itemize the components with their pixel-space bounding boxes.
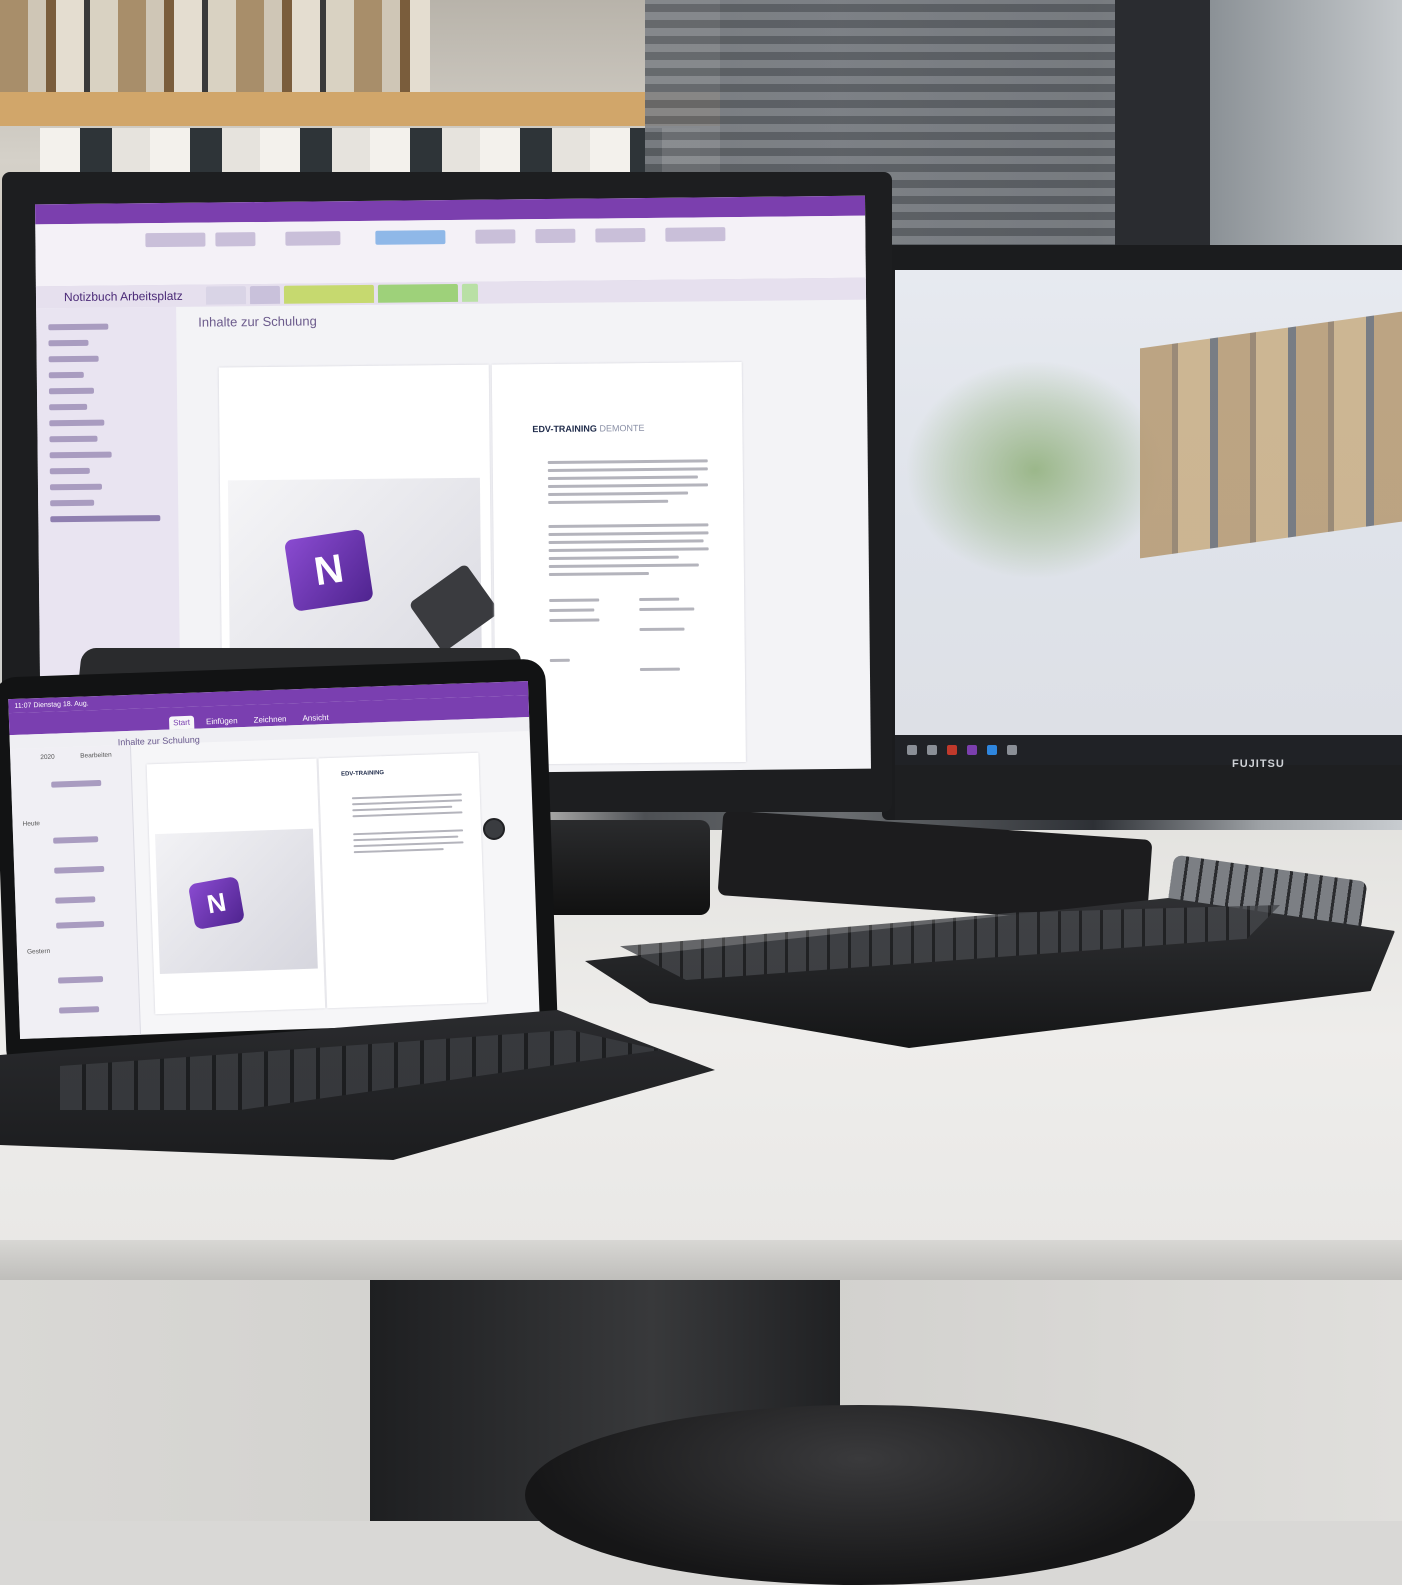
page-list-item[interactable] — [49, 403, 88, 411]
document-heading-light: DEMONTE — [599, 422, 645, 434]
tab-ansicht[interactable]: Ansicht — [298, 711, 333, 725]
ribbon-button[interactable] — [475, 229, 516, 244]
window-glass — [1210, 0, 1402, 270]
page-list-item[interactable] — [48, 339, 89, 347]
status-time: 11:07 Dienstag 18. Aug. — [14, 699, 89, 710]
shelf-binders — [0, 0, 430, 100]
text-line — [549, 598, 600, 602]
taskbar — [895, 735, 1402, 765]
ipad-page-title: Inhalte zur Schulung — [117, 734, 200, 748]
page-list-item-selected[interactable] — [50, 515, 161, 523]
page-list-item[interactable] — [49, 451, 112, 459]
onenote-logo-icon: N — [187, 876, 246, 931]
desk-edge — [0, 1240, 1402, 1280]
text-line — [639, 607, 695, 612]
ribbon-button[interactable] — [145, 232, 206, 248]
tab-start[interactable]: Start — [168, 715, 195, 730]
section-tab[interactable] — [249, 285, 281, 305]
sidebar-item[interactable]: Bearbeiten — [80, 752, 112, 760]
ribbon — [35, 215, 866, 288]
text-line — [549, 608, 595, 612]
page-list-item[interactable] — [54, 865, 105, 874]
ribbon-button[interactable] — [285, 231, 341, 246]
page-list-item[interactable] — [57, 976, 104, 984]
wallpaper-building — [1140, 311, 1402, 559]
text-line — [549, 618, 600, 622]
ipad-onenote-app: 11:07 Dienstag 18. Aug. Start Einfügen Z… — [8, 681, 540, 1039]
document-heading: EDV-TRAINING DEMONTE — [532, 423, 644, 434]
page-list-item[interactable] — [48, 371, 84, 379]
ribbon-button[interactable] — [595, 227, 646, 243]
monitor-brand-label: FUJITSU — [1232, 758, 1285, 770]
shelf-board — [0, 92, 720, 126]
stool — [525, 1405, 1195, 1585]
page-list-item[interactable] — [48, 323, 109, 331]
ribbon-button[interactable] — [535, 228, 576, 244]
ipad-case-camera — [483, 818, 505, 840]
text-line — [639, 627, 685, 632]
page-list-item[interactable] — [49, 435, 98, 443]
text-line — [639, 597, 680, 602]
ipad-page-list: 2020 Bearbeiten Heute Gestern — [9, 744, 142, 1039]
section-tab[interactable] — [461, 283, 479, 302]
wallpaper-plant — [905, 360, 1165, 580]
section-tab[interactable] — [283, 284, 375, 304]
monitor-bezel — [895, 765, 1402, 820]
ribbon-button[interactable] — [215, 232, 256, 247]
notebook-title[interactable]: Notizbuch Arbeitsplatz — [64, 289, 183, 304]
ribbon-button[interactable] — [375, 230, 446, 245]
page-list-item[interactable] — [53, 836, 99, 844]
app-icon[interactable] — [987, 745, 997, 755]
page-list-item[interactable] — [59, 1006, 100, 1014]
search-icon[interactable] — [927, 745, 937, 755]
text-line — [639, 667, 680, 672]
page-title: Inhalte zur Schulung — [198, 313, 317, 330]
page-list-item[interactable] — [49, 419, 105, 427]
ipad-document-right — [318, 752, 488, 1009]
app-icon[interactable] — [967, 745, 977, 755]
onenote-logo-icon: N — [283, 528, 374, 612]
window-frame — [1115, 0, 1210, 270]
sidebar-item[interactable]: Gestern — [27, 948, 50, 956]
start-icon[interactable] — [907, 745, 917, 755]
page-list-item[interactable] — [56, 920, 105, 929]
page-list-item[interactable] — [50, 499, 95, 507]
ribbon-button[interactable] — [665, 227, 726, 242]
app-icon[interactable] — [947, 745, 957, 755]
document-photo: N — [227, 477, 501, 653]
sidebar-item[interactable]: Heute — [22, 820, 40, 828]
text-line — [549, 658, 570, 662]
page-list-item[interactable] — [48, 355, 99, 363]
sidebar-item[interactable]: 2020 — [40, 754, 55, 762]
page-list-item[interactable] — [55, 896, 96, 904]
app-icon[interactable] — [1007, 745, 1017, 755]
page-list-item[interactable] — [49, 467, 90, 475]
section-tab[interactable] — [205, 286, 247, 305]
section-tab[interactable] — [377, 283, 459, 303]
document-heading-bold: EDV-TRAINING — [532, 423, 597, 435]
page-list-item[interactable] — [49, 483, 103, 491]
page-list-item[interactable] — [51, 779, 102, 788]
page-list-item[interactable] — [48, 387, 95, 395]
ipad-document-left: N — [146, 758, 326, 1015]
